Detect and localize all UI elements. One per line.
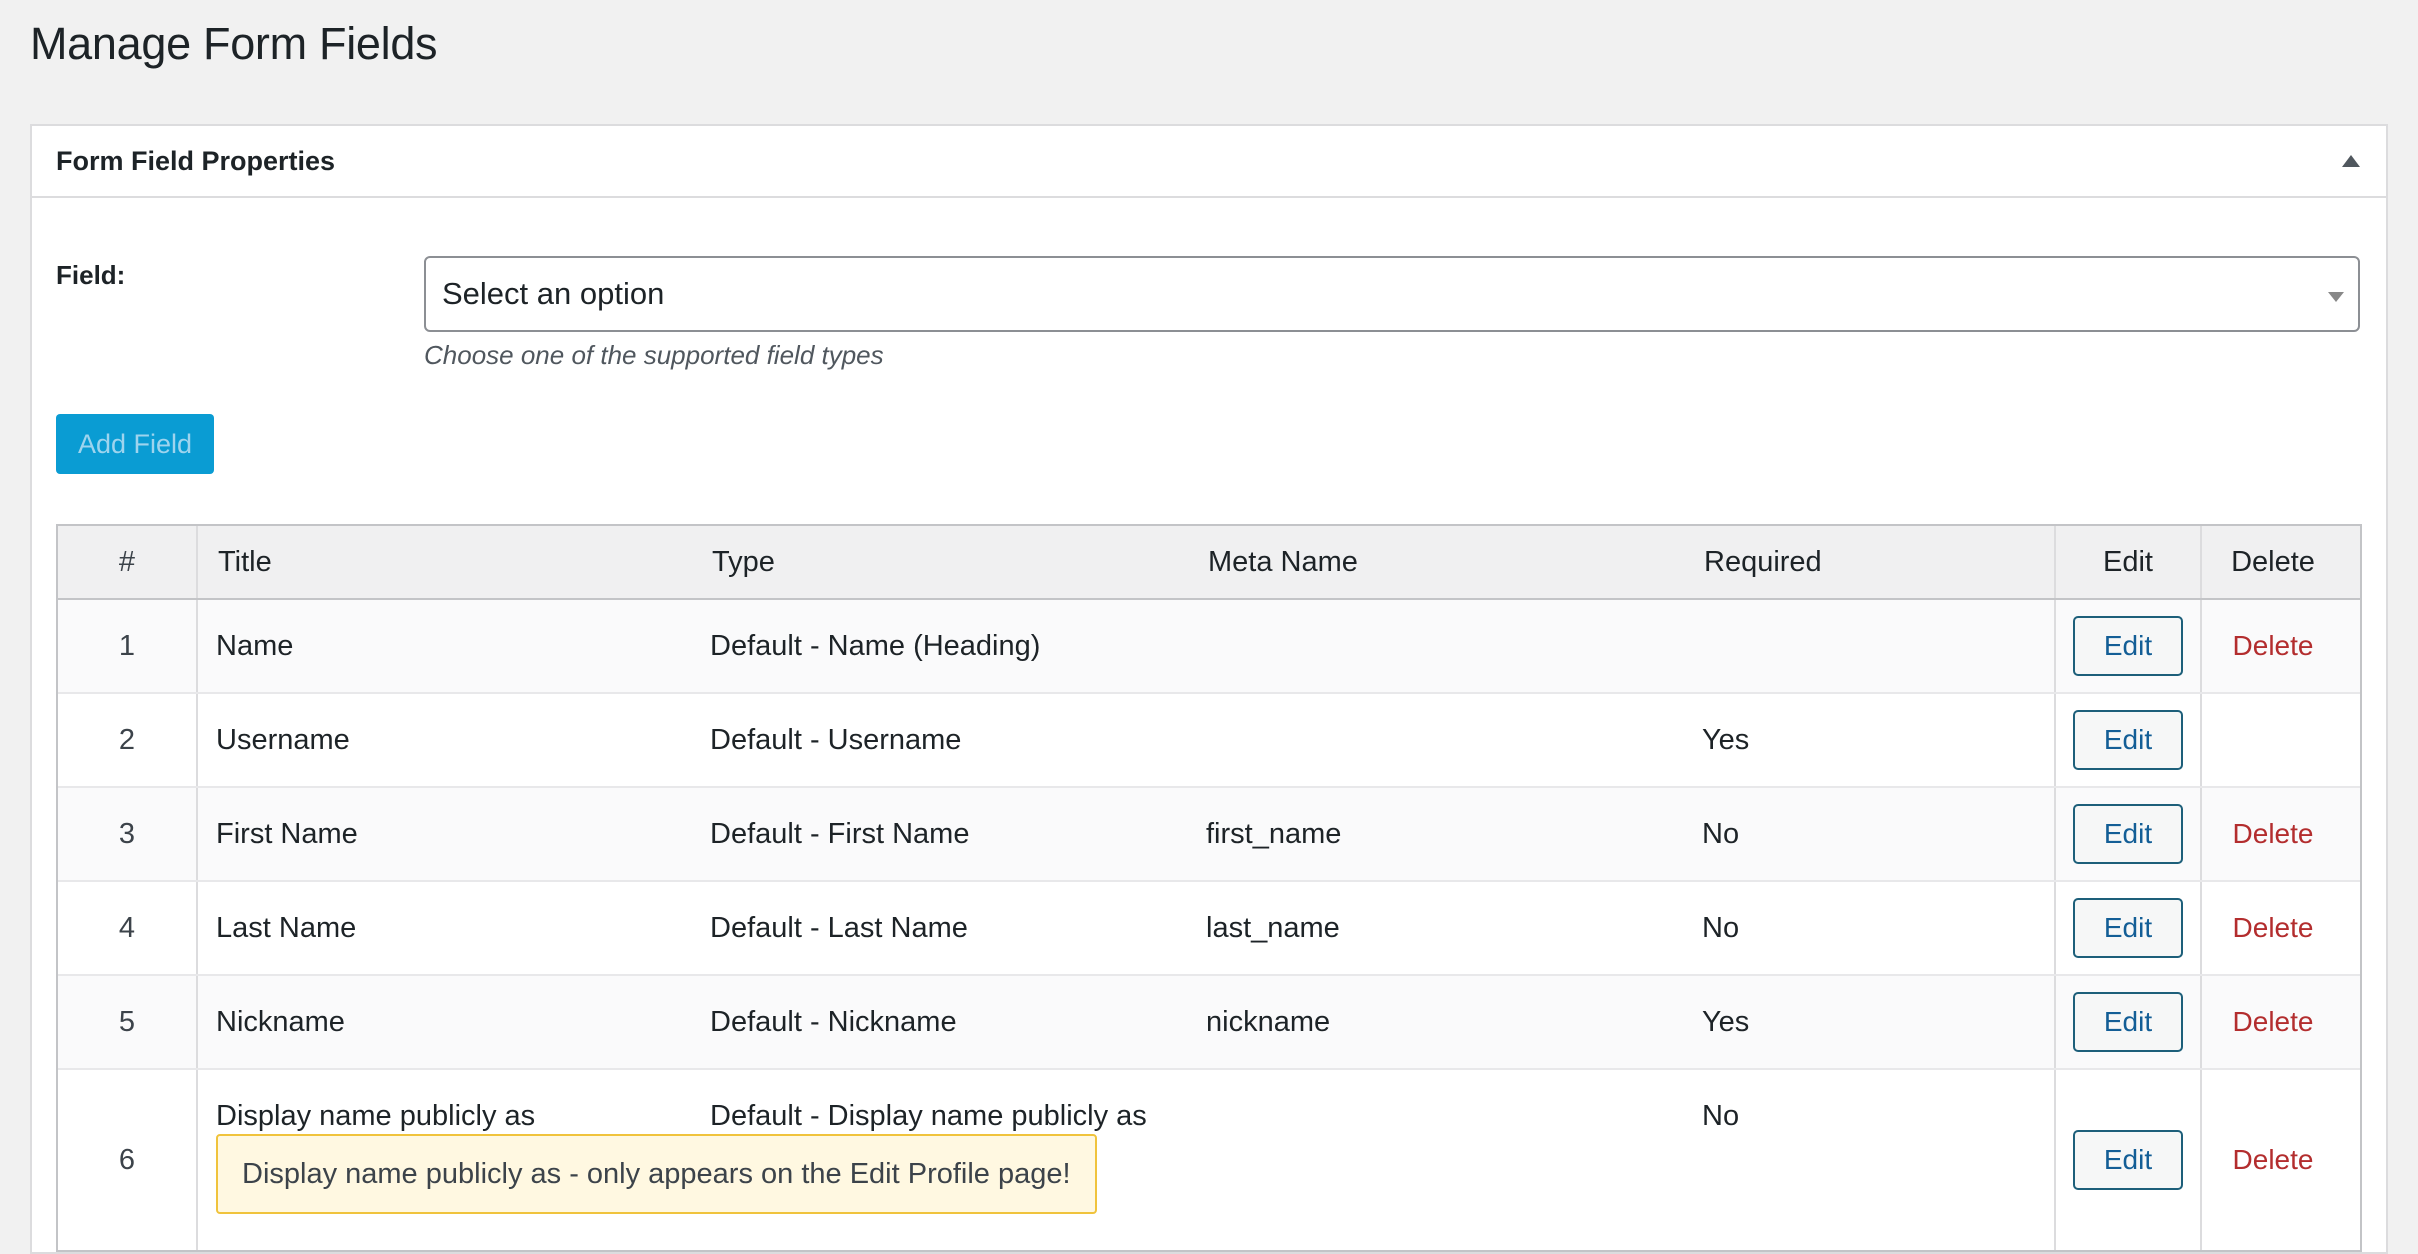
row-type: Default - First Name <box>710 817 970 850</box>
row-required: Yes <box>1684 694 2056 786</box>
table-header-row: # Title Type Meta Name Required Edit Del… <box>58 526 2360 600</box>
row-meta-name <box>1188 600 1684 692</box>
row-required <box>1684 600 2056 692</box>
row-edit-cell: Edit <box>2056 976 2202 1068</box>
row-type: Default - Name (Heading) <box>710 629 1041 662</box>
delete-link[interactable]: Delete <box>2233 818 2314 850</box>
table-row: 4 Last Name Default - Last Name last_nam… <box>58 882 2360 976</box>
col-header-num: # <box>58 526 198 598</box>
row-meta-name <box>1188 1070 1684 1250</box>
table-row: 5 Nickname Default - Nickname nickname Y… <box>58 976 2360 1070</box>
row-title: Last Name <box>216 911 357 944</box>
row-type: Default - Username <box>710 723 962 756</box>
field-description: Choose one of the supported field types <box>424 340 884 370</box>
edit-button[interactable]: Edit <box>2073 1130 2183 1190</box>
col-header-edit: Edit <box>2056 526 2202 598</box>
col-header-title: Title <box>218 545 272 578</box>
row-delete-cell: Delete <box>2202 788 2344 880</box>
delete-link[interactable]: Delete <box>2233 912 2314 944</box>
row-type: Default - Nickname <box>710 1005 957 1038</box>
row-edit-cell: Edit <box>2056 1070 2202 1250</box>
panel-header[interactable]: Form Field Properties <box>32 126 2386 198</box>
row-title: Name <box>216 629 294 662</box>
row-title: Nickname <box>216 1005 345 1038</box>
row-meta-name: last_name <box>1206 911 1340 944</box>
edit-button[interactable]: Edit <box>2073 804 2183 864</box>
edit-button[interactable]: Edit <box>2073 992 2183 1052</box>
row-edit-cell: Edit <box>2056 694 2202 786</box>
collapse-arrow-icon[interactable] <box>2342 155 2360 167</box>
row-required: No <box>1684 882 2056 974</box>
delete-link[interactable]: Delete <box>2233 1144 2314 1176</box>
row-delete-cell: Delete <box>2202 600 2344 692</box>
row-required: No <box>1684 788 2056 880</box>
row-num: 6 <box>58 1070 198 1250</box>
field-label: Field: <box>56 260 126 290</box>
row-edit-cell: Edit <box>2056 882 2202 974</box>
col-header-type: Type <box>712 545 775 578</box>
panel-title: Form Field Properties <box>56 145 336 176</box>
row-meta-name: first_name <box>1206 817 1342 850</box>
edit-profile-notice: Display name publicly as - only appears … <box>216 1134 1097 1214</box>
row-edit-cell: Edit <box>2056 788 2202 880</box>
row-required: Yes <box>1684 976 2056 1068</box>
edit-button[interactable]: Edit <box>2073 616 2183 676</box>
page-title: Manage Form Fields <box>30 18 438 69</box>
row-title: First Name <box>216 817 358 850</box>
row-delete-cell: Delete <box>2202 1070 2344 1250</box>
row-delete-cell <box>2202 694 2344 786</box>
table-row: 3 First Name Default - First Name first_… <box>58 788 2360 882</box>
add-field-button[interactable]: Add Field <box>56 414 214 474</box>
row-num: 4 <box>58 882 198 974</box>
col-header-required: Required <box>1684 526 2056 598</box>
edit-button[interactable]: Edit <box>2073 898 2183 958</box>
row-type: Default - Last Name <box>710 911 968 944</box>
col-header-delete: Delete <box>2231 545 2315 578</box>
col-header-meta-name: Meta Name <box>1208 545 1358 578</box>
row-meta-name <box>1188 694 1684 786</box>
row-num: 1 <box>58 600 198 692</box>
delete-link[interactable]: Delete <box>2233 1006 2314 1038</box>
chevron-down-icon <box>2328 292 2344 302</box>
row-delete-cell: Delete <box>2202 882 2344 974</box>
row-num: 2 <box>58 694 198 786</box>
row-meta-name: nickname <box>1206 1005 1331 1038</box>
table-row: 1 Name Default - Name (Heading) Edit Del… <box>58 600 2360 694</box>
table-row: 2 Username Default - Username Yes Edit <box>58 694 2360 788</box>
form-field-properties-panel: Form Field Properties Field: Select an o… <box>30 124 2388 1254</box>
select-value: Select an option <box>442 276 665 311</box>
row-num: 5 <box>58 976 198 1068</box>
row-num: 3 <box>58 788 198 880</box>
edit-button[interactable]: Edit <box>2073 710 2183 770</box>
row-required: No <box>1684 1070 2056 1250</box>
row-edit-cell: Edit <box>2056 600 2202 692</box>
row-title: Username <box>216 723 350 756</box>
delete-link[interactable]: Delete <box>2233 630 2314 662</box>
row-delete-cell: Delete <box>2202 976 2344 1068</box>
field-type-select[interactable]: Select an option <box>424 256 2360 332</box>
